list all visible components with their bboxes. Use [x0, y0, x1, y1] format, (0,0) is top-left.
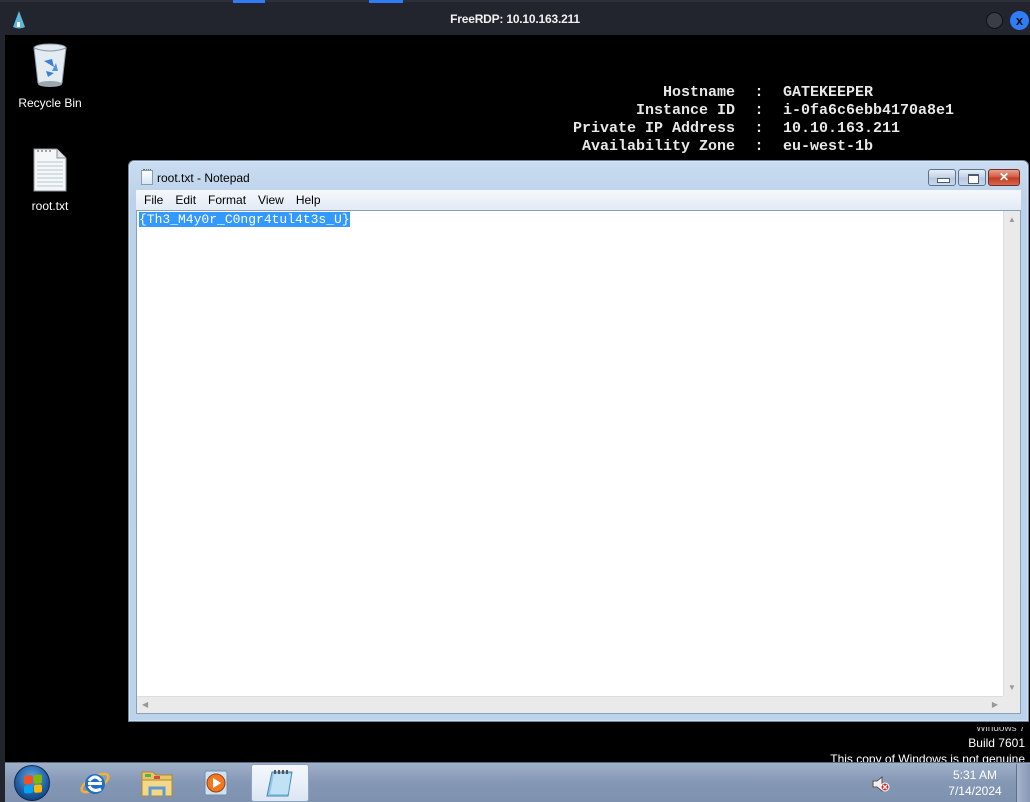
- sysinfo-value: GATEKEEPER: [783, 84, 874, 101]
- maximize-button[interactable]: [958, 169, 986, 186]
- taskbar: 5:31 AM 7/14/2024: [5, 762, 1030, 802]
- scroll-up-icon[interactable]: ▲: [1008, 215, 1016, 224]
- titlebar-accent-mark: [369, 0, 403, 3]
- notepad-icon: [266, 770, 293, 797]
- desktop-icon-root-txt[interactable]: root.txt: [10, 148, 90, 213]
- clock-date: 7/14/2024: [948, 784, 1002, 798]
- speaker-muted-icon[interactable]: [872, 776, 890, 792]
- notepad-app-icon[interactable]: [141, 169, 153, 185]
- titlebar-accent-mark: [233, 0, 265, 3]
- desktop-icon-recycle-bin[interactable]: Recycle Bin: [10, 43, 90, 110]
- clock-time: 5:31 AM: [952, 768, 998, 782]
- system-clock[interactable]: 5:31 AM 7/14/2024: [935, 767, 1015, 799]
- watermark-build: Build 7601: [968, 736, 1025, 750]
- scroll-right-icon[interactable]: ▶: [992, 700, 998, 709]
- close-icon[interactable]: x: [1010, 11, 1029, 30]
- menu-view[interactable]: View: [258, 193, 284, 207]
- editor-content[interactable]: {Th3_M4y0r_C0ngr4tul4t3s_U}: [139, 212, 350, 227]
- menu-help[interactable]: Help: [296, 193, 321, 207]
- scroll-down-icon[interactable]: ▼: [1008, 683, 1016, 692]
- taskbar-internet-explorer[interactable]: [67, 764, 123, 802]
- taskbar-windows-explorer[interactable]: [129, 764, 185, 802]
- sysinfo-value: 10.10.163.211: [783, 120, 901, 137]
- circle-minimize-icon[interactable]: [986, 12, 1003, 29]
- menu-bar: File Edit Format View Help: [136, 190, 1021, 210]
- scroll-left-icon[interactable]: ◀: [142, 700, 148, 709]
- caption-buttons: ✕: [928, 169, 1020, 186]
- menu-format[interactable]: Format: [208, 193, 246, 207]
- close-button[interactable]: ✕: [988, 169, 1020, 186]
- notepad-title: root.txt - Notepad: [157, 171, 250, 185]
- windows-flag-icon: [24, 774, 42, 794]
- bginfo-system-info: Hostname : GATEKEEPER Instance ID : i-0f…: [545, 84, 954, 156]
- menu-edit[interactable]: Edit: [175, 193, 196, 207]
- sysinfo-key: Availability Zone: [581, 138, 735, 155]
- taskbar-notepad[interactable]: [251, 764, 309, 802]
- sysinfo-key: Hostname: [662, 84, 735, 101]
- windows-genuine-watermark: Windows 7 Build 7601 This copy of Window…: [830, 727, 1025, 767]
- taskbar-media-player[interactable]: [189, 764, 245, 802]
- resize-grip-icon[interactable]: [1003, 696, 1020, 713]
- sysinfo-row-availability-zone: Availability Zone : eu-west-1b: [545, 138, 954, 156]
- selected-text[interactable]: {Th3_M4y0r_C0ngr4tul4t3s_U}: [139, 212, 350, 227]
- sysinfo-row-private-ip: Private IP Address : 10.10.163.211: [545, 120, 954, 138]
- media-player-icon: [204, 770, 228, 796]
- sysinfo-key: Instance ID: [635, 102, 735, 119]
- watermark-os-name: Windows 7: [976, 727, 1025, 734]
- sysinfo-separator: :: [754, 138, 764, 155]
- sysinfo-separator: :: [754, 84, 764, 101]
- sysinfo-separator: :: [754, 102, 764, 119]
- horizontal-scrollbar[interactable]: ◀ ▶: [137, 696, 1003, 713]
- text-file-icon: [33, 148, 67, 192]
- minimize-button[interactable]: [928, 169, 956, 186]
- recycle-bin-icon: [33, 43, 67, 87]
- rdp-window-title: FreeRDP: 10.10.163.211: [450, 12, 580, 26]
- sysinfo-row-instance-id: Instance ID : i-0fa6c6ebb4170a8e1: [545, 102, 954, 120]
- folder-icon: [141, 771, 173, 797]
- menu-file[interactable]: File: [144, 193, 163, 207]
- internet-explorer-icon: [80, 772, 110, 794]
- sysinfo-value: eu-west-1b: [783, 138, 874, 155]
- sysinfo-separator: :: [754, 120, 764, 137]
- vertical-scrollbar[interactable]: ▲ ▼: [1003, 211, 1020, 696]
- desktop-icon-label: Recycle Bin: [18, 96, 82, 110]
- desktop-icon-label: root.txt: [31, 199, 69, 213]
- notepad-window[interactable]: root.txt - Notepad ✕ File Edit Format Vi…: [128, 160, 1029, 722]
- show-desktop-button[interactable]: [1016, 764, 1030, 802]
- sysinfo-row-hostname: Hostname : GATEKEEPER: [545, 84, 954, 102]
- sysinfo-key: Private IP Address: [572, 120, 735, 137]
- rdp-titlebar: FreeRDP: 10.10.163.211 x: [0, 0, 1030, 35]
- sysinfo-value: i-0fa6c6ebb4170a8e1: [783, 102, 955, 119]
- text-editor-area[interactable]: {Th3_M4y0r_C0ngr4tul4t3s_U} ▲ ▼ ◀ ▶: [136, 210, 1021, 714]
- windows-start-icon[interactable]: [14, 765, 50, 801]
